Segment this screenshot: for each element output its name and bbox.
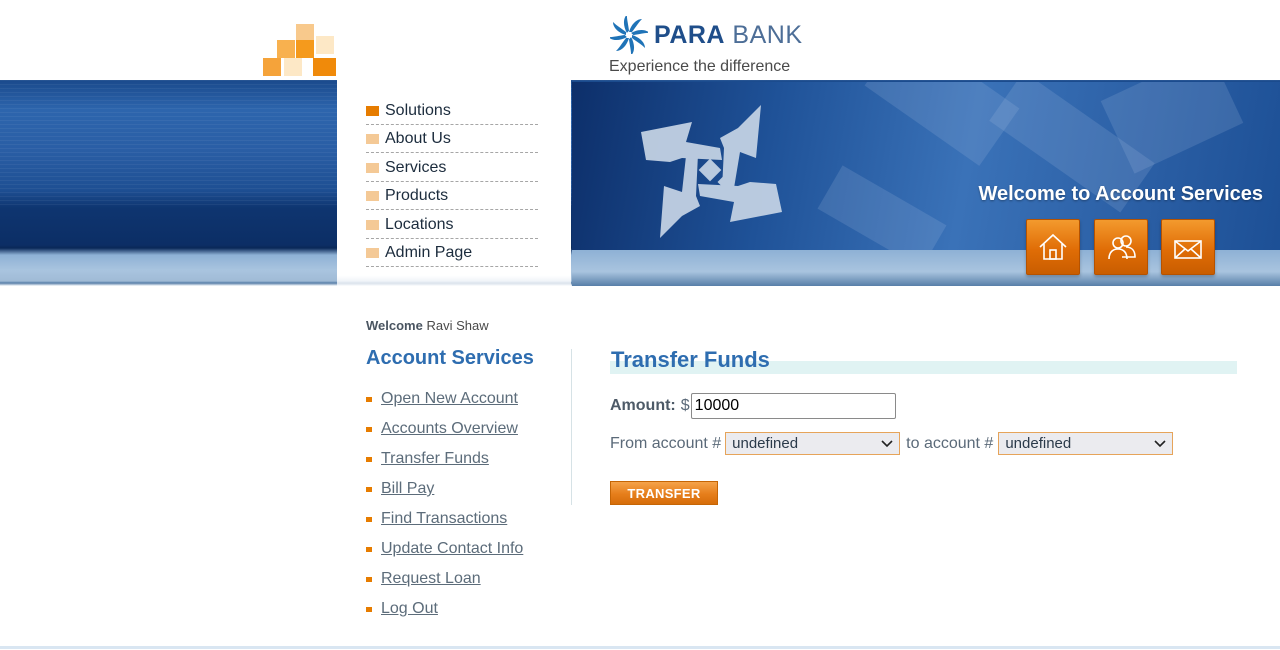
top-menu-item-locations[interactable]: Locations (366, 210, 538, 239)
page-title: Transfer Funds (611, 347, 770, 372)
list-item: Update Contact Info (366, 534, 523, 564)
bullet-icon (366, 456, 372, 462)
account-services-nav: Open New Account Accounts Overview Trans… (366, 384, 523, 624)
transfer-button[interactable]: TRANSFER (610, 481, 718, 505)
list-item: Bill Pay (366, 474, 523, 504)
bullet-icon (366, 546, 372, 552)
top-menu-item-about-us[interactable]: About Us (366, 125, 538, 153)
bullet-icon (366, 606, 372, 612)
top-menu-item-admin-page[interactable]: Admin Page (366, 239, 538, 267)
contact-mail-button[interactable] (1161, 219, 1215, 275)
menu-bullet-icon (366, 105, 379, 116)
accounts-overview-link[interactable]: Accounts Overview (381, 420, 518, 438)
bullet-icon (366, 516, 372, 522)
from-account-select[interactable]: undefined (725, 432, 901, 455)
chevron-down-icon (881, 439, 893, 447)
column-divider (571, 349, 572, 505)
currency-symbol: $ (680, 397, 690, 414)
log-out-link[interactable]: Log Out (381, 600, 438, 618)
menu-bullet-icon (366, 248, 379, 259)
to-account-label: to account # (906, 434, 994, 452)
list-item: Transfer Funds (366, 444, 523, 474)
logo-text: PARA BANK (654, 20, 803, 49)
open-new-account-link[interactable]: Open New Account (381, 390, 518, 408)
bullet-icon (366, 426, 372, 432)
amount-label: Amount: (610, 397, 676, 414)
request-loan-link[interactable]: Request Loan (381, 570, 481, 588)
sidebar-title: Account Services (366, 347, 534, 369)
menu-bullet-icon (366, 162, 379, 173)
menu-bullet-icon (366, 191, 379, 202)
bullet-icon (366, 486, 372, 492)
amount-input[interactable]: 10000 (690, 393, 896, 419)
bullet-icon (366, 576, 372, 582)
contacts-button[interactable] (1094, 219, 1148, 275)
bullet-icon (366, 396, 372, 402)
list-item: Open New Account (366, 384, 523, 414)
parabank-logo[interactable]: PARA BANK (610, 16, 803, 54)
menu-bullet-icon (366, 134, 379, 145)
top-menu-item-services[interactable]: Services (366, 153, 538, 182)
list-item: Accounts Overview (366, 414, 523, 444)
bill-pay-link[interactable]: Bill Pay (381, 480, 434, 498)
logo-blocks-graphic (263, 24, 338, 81)
home-icon (1039, 233, 1067, 260)
welcome-message: Welcome Ravi Shaw (366, 318, 489, 333)
from-account-value: undefined (732, 435, 799, 452)
parabank-logo-icon (610, 16, 648, 54)
account-row: From account # undefined to account # un… (610, 432, 1174, 455)
mail-icon (1174, 240, 1202, 259)
top-menu-item-products[interactable]: Products (366, 182, 538, 210)
menu-bullet-icon (366, 219, 379, 230)
from-account-label: From account # (610, 434, 722, 452)
user-name: Ravi Shaw (426, 318, 489, 333)
contacts-icon (1108, 235, 1136, 260)
transfer-funds-link[interactable]: Transfer Funds (381, 450, 489, 468)
chevron-down-icon (1154, 439, 1166, 447)
welcome-banner: Welcome to Account Services (978, 183, 1263, 205)
top-menu-item-solutions[interactable]: Solutions (366, 96, 538, 125)
update-contact-info-link[interactable]: Update Contact Info (381, 540, 523, 558)
to-account-value: undefined (1005, 435, 1072, 452)
list-item: Request Loan (366, 564, 523, 594)
parabank-emblem (641, 105, 782, 238)
list-item: Log Out (366, 594, 523, 624)
find-transactions-link[interactable]: Find Transactions (381, 510, 507, 528)
amount-row: Amount: $ 10000 (610, 393, 896, 419)
to-account-select[interactable]: undefined (998, 432, 1174, 455)
top-menu: Solutions About Us Services Products Loc… (366, 96, 538, 267)
footer-divider (0, 646, 1280, 649)
tagline: Experience the difference (609, 58, 791, 75)
home-button[interactable] (1026, 219, 1080, 275)
list-item: Find Transactions (366, 504, 523, 534)
